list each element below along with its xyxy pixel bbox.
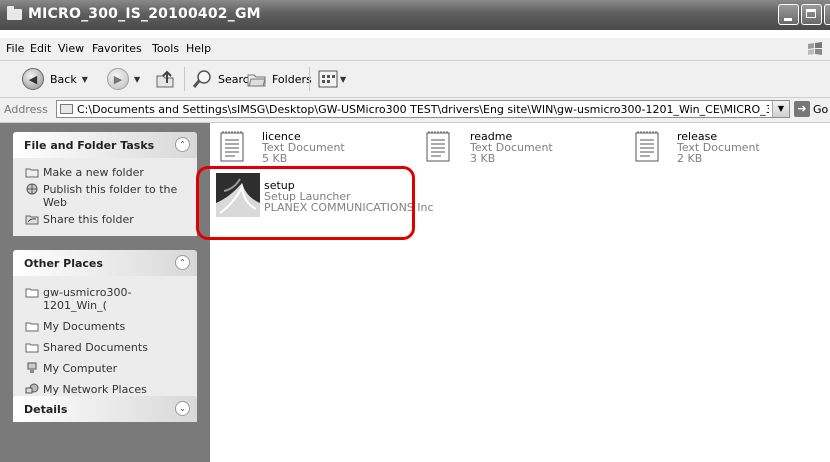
my-computer-icon [27,362,37,373]
file-folder-tasks-panel: File and Folder Tasks ⌃ Make a new folde… [13,132,197,236]
menu-view[interactable]: View [58,42,84,55]
expand-icon[interactable]: ⌄ [175,401,190,416]
panel-header[interactable]: File and Folder Tasks ⌃ [13,132,197,158]
windows-logo-icon [808,42,822,55]
menu-file[interactable]: File [6,42,24,55]
address-input[interactable]: C:\Documents and Settings\sIMSG\Desktop\… [56,100,790,118]
menu-edit[interactable]: Edit [30,42,51,55]
file-item-release[interactable]: release Text Document 2 KB [635,130,815,174]
address-label: Address [4,103,48,116]
collapse-icon[interactable]: ⌃ [175,137,190,152]
address-dropdown-icon[interactable]: ▼ [772,101,789,117]
collapse-icon[interactable]: ⌃ [175,255,190,270]
up-folder-button[interactable] [155,66,175,92]
minimize-button[interactable] [778,4,799,25]
task-label: Publish this folder to the Web [43,183,178,209]
place-my-documents[interactable]: My Documents [13,316,197,337]
maximize-button[interactable] [801,4,822,25]
folder-icon [7,6,22,20]
panel-header[interactable]: Details ⌄ [13,396,197,422]
forward-arrow-icon: ▶ [107,68,129,90]
go-arrow-icon: ➜ [794,101,810,117]
panel-title: File and Folder Tasks [24,139,155,152]
task-label: Make a new folder [43,166,144,179]
place-shared-documents[interactable]: Shared Documents [13,337,197,358]
task-label: Share this folder [43,213,134,226]
go-label: Go [813,102,829,116]
task-share-folder[interactable]: Share this folder [13,211,197,228]
go-button[interactable]: ➜ Go [794,101,828,117]
views-dropdown-icon[interactable]: ▼ [340,75,346,84]
file-size: 3 KB [470,152,496,165]
menu-bar: File Edit View Favorites Tools Help [0,38,830,61]
network-places-icon [25,383,39,394]
place-label: Shared Documents [43,341,148,354]
globe-icon [26,183,38,195]
place-label: My Documents [43,320,126,333]
folders-label: Folders [272,72,312,86]
toolbar: ◀ Back ▼ ▶ ▼ Search Folders ▼ [0,61,830,98]
views-button[interactable]: ▼ [318,66,346,92]
folder-icon [60,104,73,114]
menu-favorites[interactable]: Favorites [92,42,142,55]
menu-tools[interactable]: Tools [152,42,179,55]
place-my-computer[interactable]: My Computer [13,358,197,379]
file-size: 5 KB [262,152,288,165]
highlight-box [196,166,415,240]
panel-header[interactable]: Other Places ⌃ [13,250,197,276]
text-document-icon [635,131,659,162]
place-parent-folder[interactable]: gw-usmicro300-1201_Win_( [13,282,197,316]
back-dropdown-icon[interactable]: ▼ [82,75,88,84]
place-label: gw-usmicro300-1201_Win_( [43,286,132,312]
place-label: My Network Places [43,383,147,396]
details-panel: Details ⌄ [13,396,197,422]
address-path[interactable]: C:\Documents and Settings\sIMSG\Desktop\… [77,103,769,116]
shared-documents-icon [25,343,39,353]
close-button[interactable] [824,4,830,25]
new-folder-icon [25,168,39,178]
task-new-folder[interactable]: Make a new folder [13,164,197,181]
window-title: MICRO_300_IS_20100402_GM [28,6,261,22]
forward-dropdown-icon[interactable]: ▼ [134,75,140,84]
address-bar: Address C:\Documents and Settings\sIMSG\… [0,98,830,123]
panel-title: Details [24,403,68,416]
forward-button[interactable]: ▶ ▼ [107,66,140,92]
file-size: 2 KB [677,152,703,165]
task-pane: File and Folder Tasks ⌃ Make a new folde… [0,123,210,462]
panel-body: gw-usmicro300-1201_Win_( My Documents Sh… [13,276,197,408]
back-arrow-icon: ◀ [22,68,44,90]
views-icon [318,70,338,88]
back-label: Back [50,72,77,86]
back-button[interactable]: ◀ Back ▼ [22,66,88,92]
title-bar[interactable]: MICRO_300_IS_20100402_GM [0,0,830,30]
file-item-readme[interactable]: readme Text Document 3 KB [426,130,606,174]
folders-button[interactable]: Folders [246,66,312,92]
search-icon [192,70,211,88]
place-label: My Computer [43,362,118,375]
other-places-panel: Other Places ⌃ gw-usmicro300-1201_Win_( … [13,250,197,408]
folder-icon [25,288,39,298]
my-documents-icon [25,322,39,332]
text-document-icon [220,131,244,162]
menu-help[interactable]: Help [186,42,211,55]
panel-title: Other Places [24,257,103,270]
up-folder-icon [156,70,174,88]
share-folder-icon [25,215,39,225]
explorer-window: MICRO_300_IS_20100402_GM File Edit View … [0,0,830,462]
folders-icon [247,74,266,87]
task-publish-web[interactable]: Publish this folder to the Web [13,181,197,211]
panel-body: Make a new folder Publish this folder to… [13,158,197,236]
text-document-icon [426,131,450,162]
